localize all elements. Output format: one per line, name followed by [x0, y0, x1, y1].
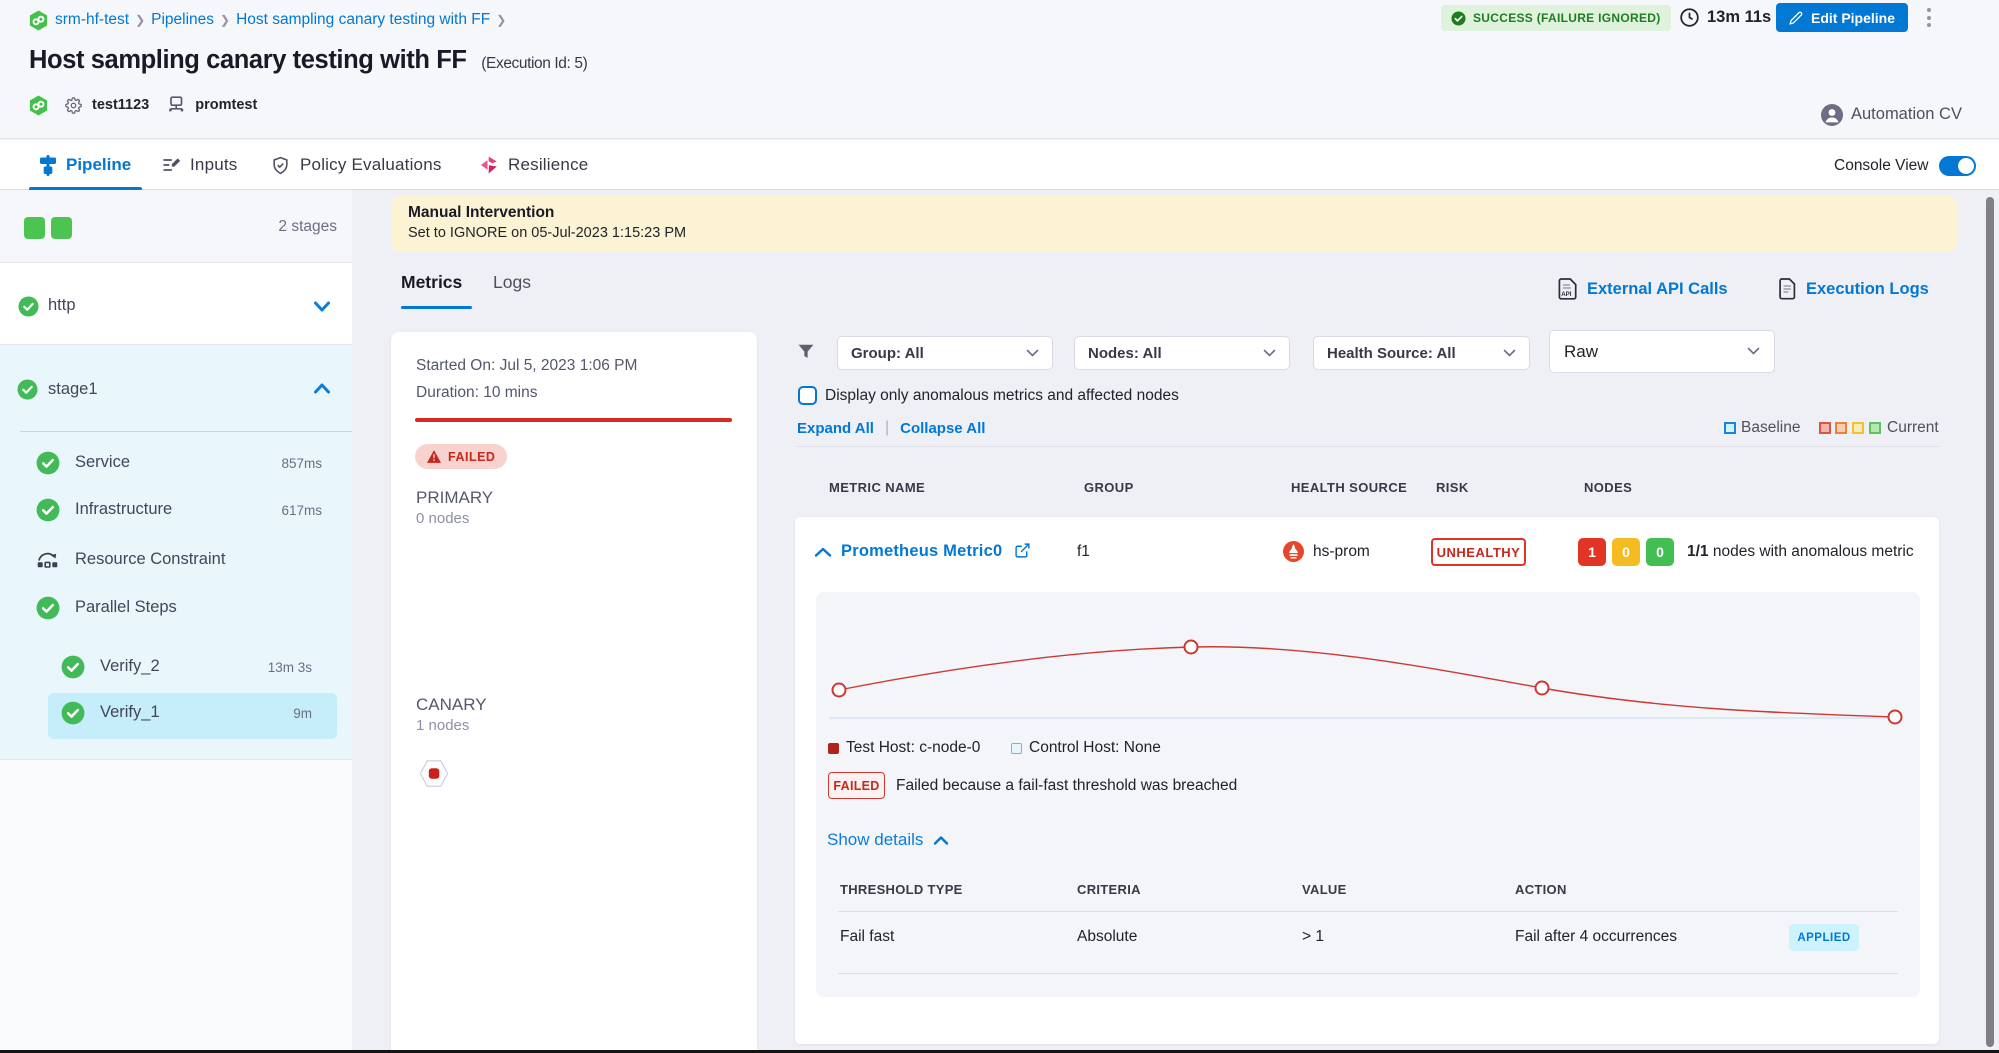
- svg-text:API: API: [1561, 291, 1572, 298]
